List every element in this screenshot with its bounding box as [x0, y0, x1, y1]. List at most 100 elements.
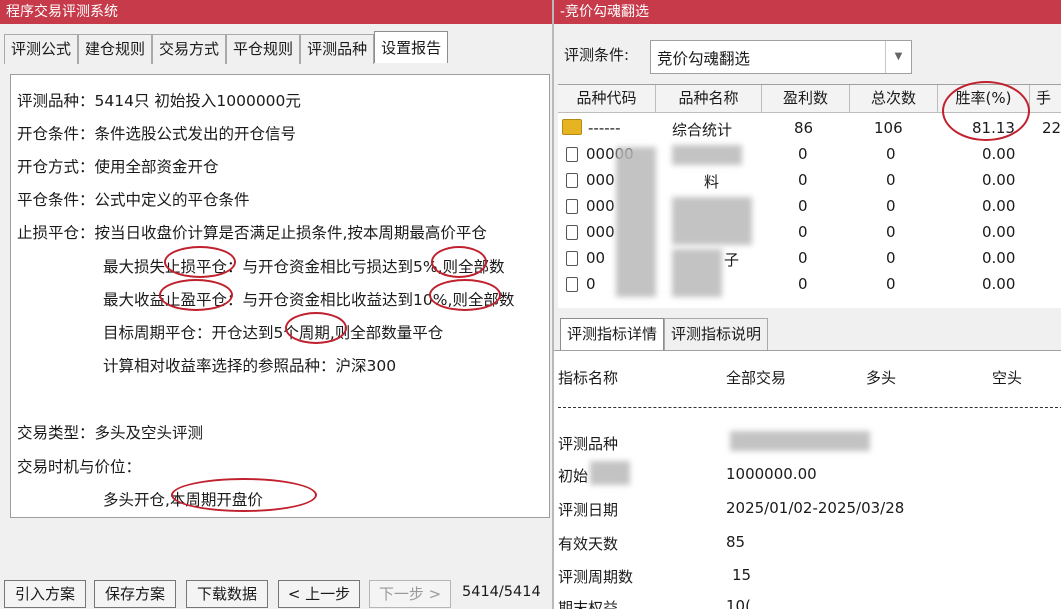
next-step-button[interactable]: 下一步 > — [369, 580, 451, 608]
report-summary-panel: 评测品种：5414只 初始投入1000000元 开仓条件：条件选股公式发出的开仓… — [10, 74, 550, 518]
tab-trade-mode[interactable]: 交易方式 — [152, 34, 227, 64]
metric-label: 评测品种 — [558, 435, 619, 453]
metric-value: 15 — [732, 566, 752, 584]
document-icon — [566, 173, 578, 188]
detail-header-short: 空头 — [992, 369, 1023, 387]
col-header-code[interactable]: 品种代码 — [558, 85, 656, 113]
cell-winrate: 0.00 — [982, 249, 1016, 267]
cell-extra: 22 — [1042, 119, 1061, 137]
cell-total: 0 — [886, 197, 896, 215]
cell-winrate: 0.00 — [982, 223, 1016, 241]
left-window-title: 程序交易评测系统 — [0, 0, 552, 24]
cell-code: 00 — [586, 249, 606, 267]
annotation-circle — [942, 81, 1030, 141]
download-data-button[interactable]: 下载数据 — [186, 580, 268, 608]
right-window-title: -竞价勾魂翻选 — [554, 0, 1061, 24]
annotation-circle — [431, 246, 487, 278]
cell-profit: 0 — [798, 197, 808, 215]
tab-metric-explanation[interactable]: 评测指标说明 — [664, 318, 769, 350]
document-icon — [566, 277, 578, 292]
metric-value: 2025/01/02-2025/03/28 — [726, 499, 905, 517]
cell-profit: 0 — [798, 145, 808, 163]
detail-header-all: 全部交易 — [726, 369, 787, 387]
metric-label: 有效天数 — [558, 535, 619, 553]
privacy-blur — [730, 431, 870, 451]
tab-report-settings[interactable]: 设置报告 — [374, 31, 449, 63]
tab-metric-details[interactable]: 评测指标详情 — [560, 318, 665, 350]
divider — [558, 407, 1061, 408]
report-line-entry-mode: 开仓方式：使用全部资金开仓 — [17, 158, 219, 176]
privacy-blur — [590, 461, 630, 485]
report-line-timing: 交易时机与价位： — [17, 458, 142, 476]
condition-select-value: 竞价勾魂翻选 — [657, 50, 751, 68]
cell-total: 0 — [886, 249, 896, 267]
privacy-blur — [672, 197, 752, 245]
chevron-down-icon[interactable]: ▼ — [885, 41, 911, 73]
prev-step-button[interactable]: < 上一步 — [278, 580, 360, 608]
metric-label: 期末权益 — [558, 599, 619, 609]
tab-entry-rules[interactable]: 建仓规则 — [78, 34, 153, 64]
annotation-circle — [285, 312, 347, 344]
col-header-extra[interactable]: 手 — [1030, 85, 1061, 113]
annotation-circle — [159, 279, 233, 311]
cell-winrate: 0.00 — [982, 197, 1016, 215]
cell-profit: 0 — [798, 275, 808, 293]
report-line-exit-condition: 平仓条件：公式中定义的平仓条件 — [17, 191, 250, 209]
privacy-blur — [616, 147, 656, 297]
cell-winrate: 0.00 — [982, 145, 1016, 163]
cell-total: 0 — [886, 171, 896, 189]
tab-exit-rules[interactable]: 平仓规则 — [226, 34, 301, 64]
cell-total: 0 — [886, 223, 896, 241]
cell-profit: 0 — [798, 171, 808, 189]
cell-total: 0 — [886, 145, 896, 163]
document-icon — [566, 199, 578, 214]
cell-code: 000 — [586, 197, 615, 215]
metric-label: 评测周期数 — [558, 568, 634, 586]
metric-value: 10( — [726, 597, 751, 609]
cell-name: 综合统计 — [672, 121, 733, 139]
col-header-total[interactable]: 总次数 — [850, 85, 938, 113]
privacy-blur — [672, 145, 742, 165]
test-system-window: 程序交易评测系统 评测公式 建仓规则 交易方式 平仓规则 评测品种 设置报告 评… — [0, 0, 552, 609]
document-icon — [566, 147, 578, 162]
cell-code: 0 — [586, 275, 596, 293]
import-plan-button[interactable]: 引入方案 — [4, 580, 86, 608]
cell-profit: 86 — [794, 119, 814, 137]
report-line-instruments: 评测品种：5414只 初始投入1000000元 — [17, 92, 301, 110]
report-line-target-period: 目标周期平仓：开仓达到5个周期,则全部数量平仓 — [103, 324, 444, 342]
progress-counter: 5414/5414 — [462, 584, 541, 600]
report-line-stop-loss: 止损平仓：按当日收盘价计算是否满足止损条件,按本周期最高价平仓 — [17, 224, 487, 242]
condition-label: 评测条件: — [564, 46, 630, 64]
cell-winrate: 0.00 — [982, 275, 1016, 293]
save-plan-button[interactable]: 保存方案 — [94, 580, 176, 608]
settings-tabs: 评测公式 建仓规则 交易方式 平仓规则 评测品种 设置报告 — [4, 31, 449, 64]
cell-name: 料 — [704, 173, 720, 191]
cell-profit: 0 — [798, 249, 808, 267]
cell-code: 000 — [586, 223, 615, 241]
condition-select[interactable]: 竞价勾魂翻选 ▼ — [650, 40, 912, 74]
cell-total: 106 — [874, 119, 903, 137]
results-table: 品种代码 品种名称 盈利数 总次数 胜率(%) 手 ------ 综合统计 86… — [558, 81, 1061, 308]
report-line-trade-type: 交易类型：多头及空头评测 — [17, 424, 204, 442]
detail-tabs: 评测指标详情 评测指标说明 — [560, 318, 769, 350]
col-header-name[interactable]: 品种名称 — [656, 85, 762, 113]
cell-code: 000 — [586, 171, 615, 189]
annotation-circle — [429, 279, 501, 311]
annotation-circle — [164, 246, 236, 278]
cell-name: 子 — [724, 251, 740, 269]
wizard-button-bar: 引入方案 保存方案 下载数据 < 上一步 下一步 > 5414/5414 — [0, 578, 552, 609]
tab-instruments[interactable]: 评测品种 — [300, 34, 375, 64]
document-icon — [566, 251, 578, 266]
cell-code: ------ — [588, 119, 621, 137]
metric-label: 初始 — [558, 467, 589, 485]
col-header-profit[interactable]: 盈利数 — [762, 85, 850, 113]
metric-label: 评测日期 — [558, 501, 619, 519]
result-window: -竞价勾魂翻选 评测条件: 竞价勾魂翻选 ▼ 品种代码 品种名称 盈利数 总次数… — [552, 0, 1061, 609]
metric-details-panel: 指标名称 全部交易 多头 空头 评测品种 初始 1000000.00 评测日期 … — [554, 350, 1061, 609]
cell-total: 0 — [886, 275, 896, 293]
summary-icon — [562, 119, 582, 135]
annotation-circle — [171, 478, 317, 512]
detail-header-long: 多头 — [866, 369, 897, 387]
tab-formula[interactable]: 评测公式 — [4, 34, 79, 64]
report-line-entry-condition: 开仓条件：条件选股公式发出的开仓信号 — [17, 125, 297, 143]
